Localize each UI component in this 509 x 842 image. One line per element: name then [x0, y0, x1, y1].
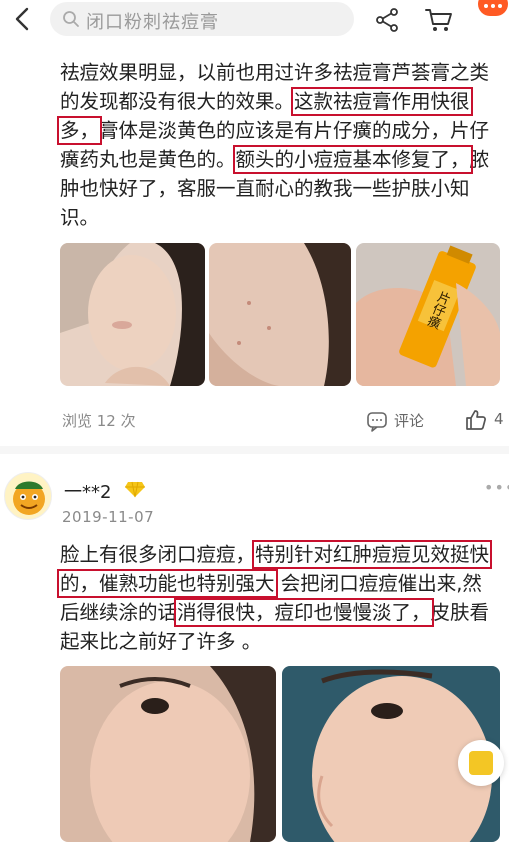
text-segment: 的发现都没有很大的效果。 [60, 90, 295, 113]
review-1-line: 识。 [60, 203, 500, 232]
review-1-line: 癀药丸也是黄色的。额头的小痘痘基本修复了，脓 [60, 145, 500, 174]
highlight-box: 额头的小痘痘基本修复了， [232, 145, 473, 174]
review-1-line: 的发现都没有很大的效果。这款祛痘膏作用快很 [60, 87, 500, 116]
text-segment: 癀药丸也是黄色的。 [60, 148, 236, 171]
text-segment: 起来比之前好了许多 。 [60, 630, 262, 653]
like-count: 4 [494, 410, 504, 428]
highlight-box: 多， [56, 116, 103, 145]
vip-diamond-icon [124, 480, 146, 498]
view-count: 浏览 12 次 [62, 412, 136, 430]
review-photo-2[interactable] [209, 243, 351, 386]
review-date: 2019-11-07 [62, 508, 155, 526]
highlight-box: 这款祛痘膏作用快很 [291, 87, 473, 116]
review-photo-3[interactable]: 片仔癀 [356, 243, 500, 386]
float-action-icon [469, 751, 493, 775]
highlight-box: 消得很快，痘印也慢慢淡了， [174, 598, 434, 627]
text-segment: 脓 [469, 148, 490, 171]
back-arrow-icon[interactable] [10, 6, 36, 32]
review-1-line: 多，膏体是淡黄色的应该是有片仔癀的成分，片仔 [56, 116, 500, 145]
share-icon[interactable] [374, 7, 400, 33]
text-segment: 会把闭口痘痘催出来,然 [274, 572, 482, 595]
review-1-text: 祛痘效果明显，以前也用过许多祛痘膏芦荟膏之类 的发现都没有很大的效果。这款祛痘膏… [56, 58, 500, 232]
review-2-text: 脸上有很多闭口痘痘，特别针对红肿痘痘见效挺快 的，催熟功能也特别强大 会把闭口痘… [57, 540, 500, 656]
more-options-icon[interactable]: ••• [484, 478, 509, 497]
review-photo-1[interactable] [60, 243, 205, 386]
text-segment: 脸上有很多闭口痘痘， [60, 543, 256, 566]
search-bar[interactable]: 闭口粉刺祛痘膏 [50, 2, 354, 36]
text-segment: 膏体是淡黄色的应该是有片仔癀的成分，片仔 [99, 119, 490, 142]
float-action-button[interactable] [458, 740, 504, 786]
review-username[interactable]: 一**2 [64, 478, 111, 504]
text-segment: 祛痘效果明显，以前也用过许多祛痘膏芦荟膏之类 [60, 61, 490, 84]
review-photo-4[interactable] [60, 666, 276, 842]
text-segment: 后继续涂的话 [60, 601, 178, 624]
review-2-line: 的，催熟功能也特别强大 会把闭口痘痘催出来,然 [57, 569, 500, 598]
cart-icon[interactable] [424, 7, 454, 33]
review-1-line: 祛痘效果明显，以前也用过许多祛痘膏芦荟膏之类 [60, 58, 500, 87]
highlight-box: 的，催熟功能也特别强大 [57, 569, 278, 598]
text-segment: 皮肤看 [430, 601, 490, 624]
text-segment: 识。 [60, 206, 100, 229]
thumbs-up-icon [466, 410, 486, 430]
avatar[interactable] [4, 472, 52, 520]
search-icon [62, 10, 80, 28]
review-2-line: 后继续涂的话消得很快，痘印也慢慢淡了，皮肤看 [60, 598, 500, 627]
review-2-line: 起来比之前好了许多 。 [60, 627, 500, 656]
text-segment: 肿也快好了，客服一直耐心的教我一些护肤小知 [60, 177, 470, 200]
review-2-line: 脸上有很多闭口痘痘，特别针对红肿痘痘见效挺快 [60, 540, 500, 569]
search-placeholder: 闭口粉刺祛痘膏 [86, 12, 219, 33]
review-1-line: 肿也快好了，客服一直耐心的教我一些护肤小知 [60, 174, 500, 203]
section-divider [0, 446, 509, 454]
top-bar: 闭口粉刺祛痘膏 [0, 0, 509, 40]
more-icon[interactable] [478, 0, 508, 16]
comment-icon [367, 412, 387, 432]
comment-label: 评论 [394, 412, 425, 430]
highlight-box: 特别针对红肿痘痘见效挺快 [252, 540, 493, 569]
